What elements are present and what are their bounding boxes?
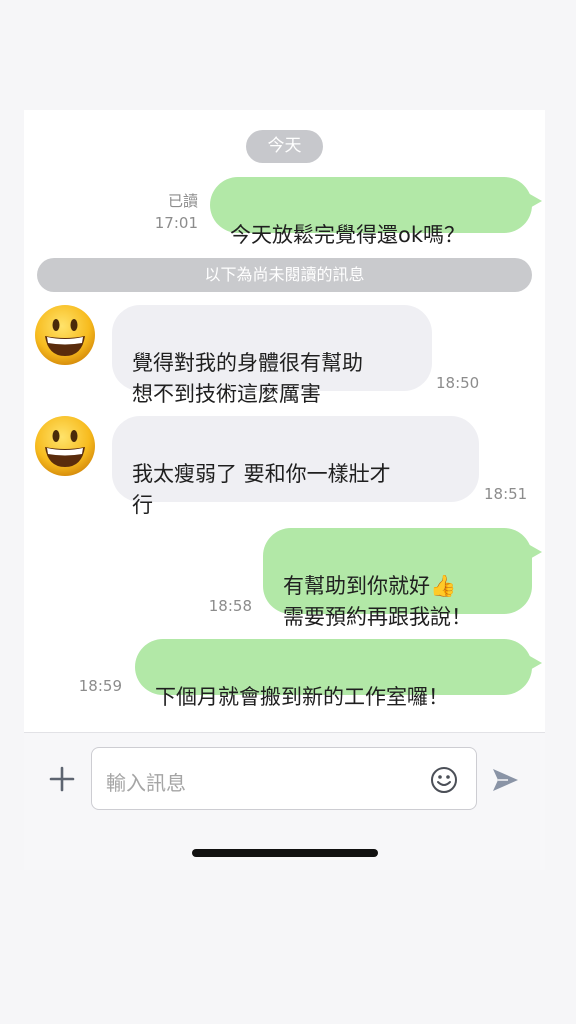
message-bubble-incoming[interactable]: 我太瘦弱了 要和你一樣壯才 行: [112, 416, 479, 517]
home-indicator: [192, 849, 378, 857]
read-receipt: 已讀 17:01: [136, 190, 198, 234]
read-label: 已讀: [167, 192, 198, 210]
message-text: 下個月就會搬到新的工作室囉！: [155, 685, 449, 709]
sender-avatar[interactable]: [34, 304, 96, 366]
message-time: 18:58: [208, 597, 252, 615]
send-icon[interactable]: [490, 765, 520, 795]
message-input[interactable]: 輸入訊息: [91, 747, 477, 810]
message-text: 覺得對我的身體很有幫助 想不到技術這麼厲害: [132, 351, 363, 406]
message-time: 17:01: [154, 214, 198, 232]
date-separator: 今天: [246, 130, 323, 163]
bubble-tail: [528, 193, 542, 209]
unread-divider: 以下為尚未閱讀的訊息: [37, 258, 532, 292]
message-input-bar: 輸入訊息: [24, 732, 545, 870]
grinning-face-icon: [35, 305, 95, 365]
bubble-tail: [528, 544, 542, 560]
message-text: 今天放鬆完覺得還ok嗎？: [230, 223, 466, 247]
message-bubble-incoming[interactable]: 覺得對我的身體很有幫助 想不到技術這麼厲害: [112, 305, 432, 406]
chat-screen: 今天 已讀 17:01 今天放鬆完覺得還ok嗎？ 以下為尚未閱讀的訊息 覺得對我…: [24, 110, 545, 870]
message-text: 有幫助到你就好👍 需要預約再跟我說！: [283, 574, 472, 629]
message-list[interactable]: 今天 已讀 17:01 今天放鬆完覺得還ok嗎？ 以下為尚未閱讀的訊息 覺得對我…: [24, 110, 545, 732]
grinning-face-icon: [35, 416, 95, 476]
emoji-icon[interactable]: [430, 766, 458, 794]
message-bubble-outgoing[interactable]: 今天放鬆完覺得還ok嗎？: [210, 177, 532, 247]
plus-icon[interactable]: [48, 765, 76, 793]
input-placeholder: 輸入訊息: [106, 771, 186, 795]
message-time: 18:50: [436, 374, 480, 392]
message-bubble-outgoing[interactable]: 有幫助到你就好👍 需要預約再跟我說！: [263, 528, 532, 629]
message-time: 18:59: [78, 677, 122, 695]
message-bubble-outgoing[interactable]: 下個月就會搬到新的工作室囉！: [135, 639, 532, 709]
bubble-tail: [528, 655, 542, 671]
sender-avatar[interactable]: [34, 415, 96, 477]
message-text: 我太瘦弱了 要和你一樣壯才 行: [132, 462, 391, 517]
message-time: 18:51: [484, 485, 528, 503]
